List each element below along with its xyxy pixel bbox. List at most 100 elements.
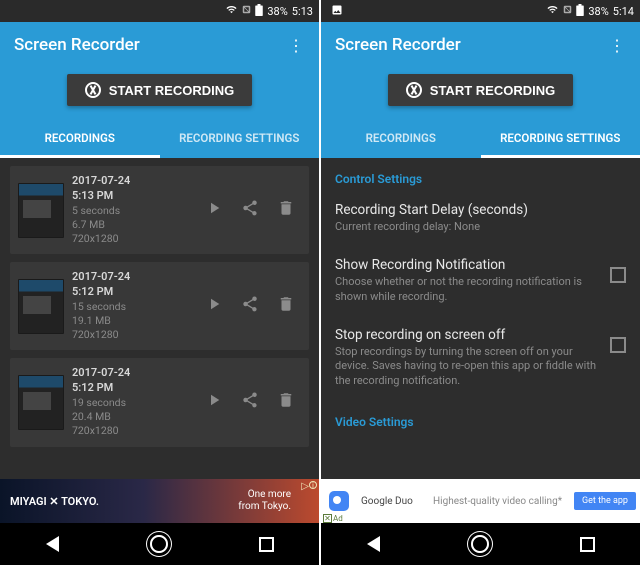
tab-settings[interactable]: RECORDING SETTINGS — [481, 120, 640, 158]
phone-right: 38% 5:14 Screen Recorder ⋮ START RECORDI… — [321, 0, 640, 565]
recording-resolution: 720x1280 — [72, 328, 130, 342]
home-button[interactable] — [150, 535, 168, 553]
wifi-icon — [225, 4, 238, 18]
recording-date: 2017-07-24 — [72, 366, 130, 381]
setting-start-delay[interactable]: Recording Start Delay (seconds) Current … — [321, 192, 640, 247]
recording-size: 19.1 MB — [72, 314, 130, 328]
recording-resolution: 720x1280 — [72, 424, 130, 438]
setting-stop-on-screen-off[interactable]: Stop recording on screen off Stop record… — [321, 317, 640, 402]
tab-bar: RECORDINGS RECORDING SETTINGS — [0, 120, 319, 158]
recording-meta: 2017-07-24 5:13 PM 5 seconds 6.7 MB 720x… — [72, 174, 130, 246]
share-icon[interactable] — [241, 199, 259, 222]
recents-button[interactable] — [580, 537, 595, 552]
ad-badge[interactable]: ✕Ad — [323, 514, 343, 523]
battery-icon — [255, 4, 263, 19]
checkbox[interactable] — [610, 337, 626, 353]
ad-banner[interactable]: Google Duo Highest-quality video calling… — [321, 479, 640, 523]
app-title: Screen Recorder — [14, 35, 140, 55]
battery-icon — [576, 4, 584, 19]
recording-duration: 19 seconds — [72, 396, 130, 410]
play-icon[interactable] — [205, 199, 223, 222]
status-time: 5:13 — [292, 5, 313, 18]
ad-app-name: Google Duo — [361, 496, 413, 507]
ad-text: Highest-quality video calling* — [433, 496, 562, 507]
recording-actions — [205, 391, 301, 414]
checkbox[interactable] — [610, 267, 626, 283]
ad-brand: MIYAGI ✕ TOKYO. — [10, 495, 99, 508]
recordings-list: 2017-07-24 5:13 PM 5 seconds 6.7 MB 720x… — [0, 158, 319, 459]
tab-recordings[interactable]: RECORDINGS — [321, 120, 481, 158]
app-title: Screen Recorder — [335, 35, 461, 55]
back-button[interactable] — [46, 536, 59, 552]
duo-logo-icon — [325, 487, 353, 515]
start-recording-area: START RECORDING — [321, 68, 640, 120]
setting-title: Show Recording Notification — [335, 257, 600, 273]
ad-cta-button[interactable]: Get the app — [574, 492, 636, 510]
status-time: 5:14 — [613, 5, 634, 18]
ad-close-icon[interactable]: ▷ — [301, 481, 309, 492]
recording-size: 6.7 MB — [72, 218, 130, 232]
aperture-icon — [406, 82, 422, 98]
recording-duration: 5 seconds — [72, 204, 130, 218]
setting-show-notification[interactable]: Show Recording Notification Choose wheth… — [321, 247, 640, 317]
home-button[interactable] — [471, 535, 489, 553]
recording-duration: 15 seconds — [72, 300, 130, 314]
app-bar: Screen Recorder ⋮ — [321, 22, 640, 68]
setting-title: Recording Start Delay (seconds) — [335, 202, 616, 218]
back-button[interactable] — [367, 536, 380, 552]
share-icon[interactable] — [241, 391, 259, 414]
recording-actions — [205, 295, 301, 318]
recording-thumbnail — [18, 183, 64, 238]
recording-time: 5:13 PM — [72, 189, 130, 204]
recording-actions — [205, 199, 301, 222]
start-recording-label: START RECORDING — [430, 83, 555, 98]
section-control-settings: Control Settings — [321, 158, 640, 192]
recording-item[interactable]: 2017-07-24 5:13 PM 5 seconds 6.7 MB 720x… — [10, 166, 309, 254]
delete-icon[interactable] — [277, 199, 295, 222]
aperture-icon — [85, 82, 101, 98]
no-sim-icon — [563, 4, 572, 18]
setting-desc: Stop recordings by turning the screen of… — [335, 345, 600, 390]
recording-time: 5:12 PM — [72, 381, 130, 396]
recording-item[interactable]: 2017-07-24 5:12 PM 19 seconds 20.4 MB 72… — [10, 358, 309, 446]
settings-content: Control Settings Recording Start Delay (… — [321, 158, 640, 479]
setting-title: Stop recording on screen off — [335, 327, 600, 343]
tab-settings[interactable]: RECORDING SETTINGS — [160, 120, 320, 158]
phone-left: 38% 5:13 Screen Recorder ⋮ START RECORDI… — [0, 0, 319, 565]
recordings-content: 2017-07-24 5:13 PM 5 seconds 6.7 MB 720x… — [0, 158, 319, 479]
status-bar: 38% 5:14 — [321, 0, 640, 22]
recents-button[interactable] — [259, 537, 274, 552]
navigation-bar — [321, 523, 640, 565]
setting-desc: Choose whether or not the recording noti… — [335, 275, 600, 305]
recording-thumbnail — [18, 279, 64, 334]
share-icon[interactable] — [241, 295, 259, 318]
setting-desc: Current recording delay: None — [335, 220, 616, 235]
status-bar: 38% 5:13 — [0, 0, 319, 22]
ad-info-icon[interactable]: i — [309, 481, 317, 489]
recording-thumbnail — [18, 375, 64, 430]
delete-icon[interactable] — [277, 391, 295, 414]
overflow-menu-icon[interactable]: ⋮ — [609, 36, 626, 55]
play-icon[interactable] — [205, 295, 223, 318]
ad-banner[interactable]: MIYAGI ✕ TOKYO. One more from Tokyo. ▷ i — [0, 479, 319, 523]
recording-item[interactable]: 2017-07-24 5:12 PM 15 seconds 19.1 MB 72… — [10, 262, 309, 350]
overflow-menu-icon[interactable]: ⋮ — [288, 36, 305, 55]
recording-date: 2017-07-24 — [72, 174, 130, 189]
recording-meta: 2017-07-24 5:12 PM 19 seconds 20.4 MB 72… — [72, 366, 130, 438]
start-recording-label: START RECORDING — [109, 83, 234, 98]
play-icon[interactable] — [205, 391, 223, 414]
wifi-icon — [546, 4, 559, 18]
ad-tagline: One more from Tokyo. — [238, 489, 309, 513]
tab-bar: RECORDINGS RECORDING SETTINGS — [321, 120, 640, 158]
start-recording-button[interactable]: START RECORDING — [67, 74, 252, 106]
start-recording-area: START RECORDING — [0, 68, 319, 120]
section-video-settings: Video Settings — [321, 401, 640, 435]
navigation-bar — [0, 523, 319, 565]
tab-recordings[interactable]: RECORDINGS — [0, 120, 160, 158]
recording-size: 20.4 MB — [72, 410, 130, 424]
delete-icon[interactable] — [277, 295, 295, 318]
recording-meta: 2017-07-24 5:12 PM 15 seconds 19.1 MB 72… — [72, 270, 130, 342]
battery-percent: 38% — [267, 5, 287, 18]
recording-time: 5:12 PM — [72, 285, 130, 300]
start-recording-button[interactable]: START RECORDING — [388, 74, 573, 106]
